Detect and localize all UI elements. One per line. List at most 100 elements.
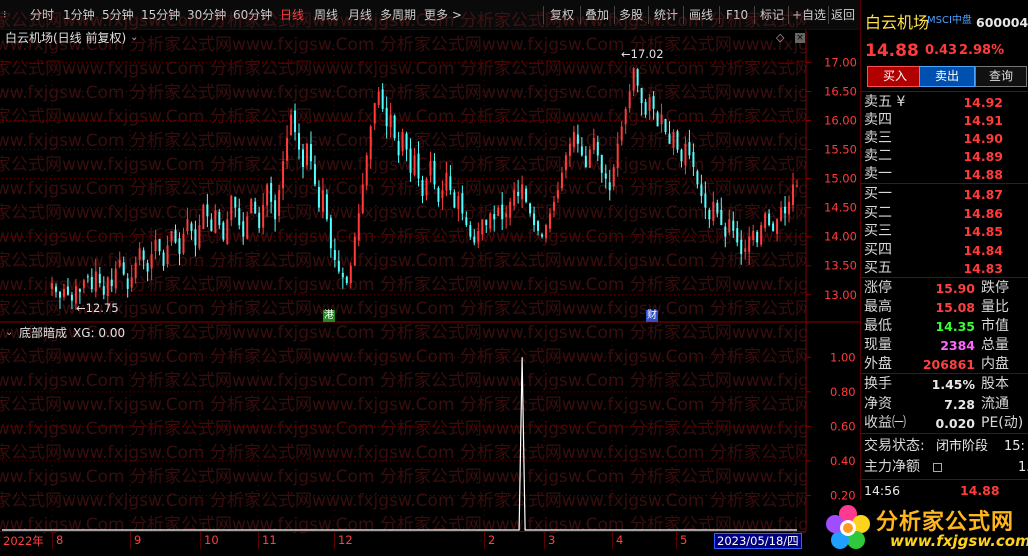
candle-body — [437, 188, 440, 202]
query-button[interactable]: 查询 — [975, 66, 1027, 87]
chart-options-chevron-icon[interactable]: ⌄ — [130, 29, 138, 47]
buy-level-label: 买一 — [864, 186, 892, 202]
candle-body — [588, 149, 591, 168]
buy-level-label: 买四 — [864, 241, 892, 258]
candle-body — [94, 271, 97, 292]
sell-level: 卖五 ¥ 14.92 — [861, 93, 1028, 112]
stat-row-label: 收益㈠ — [864, 415, 906, 431]
buy-button[interactable]: 买入 — [867, 66, 923, 87]
stat-row-value: 14.35 — [935, 319, 975, 334]
candle-body — [696, 171, 699, 185]
buy-level-value: 14.85 — [963, 224, 1003, 239]
candle-body — [712, 201, 715, 222]
candle-body — [413, 155, 416, 175]
stat-row-label2: 市值 — [981, 318, 1009, 334]
candle-body — [433, 160, 436, 185]
logo-url: www.fxjgsw.com — [890, 532, 1028, 550]
candle-body — [270, 182, 273, 202]
candle-body — [333, 249, 336, 260]
candle-body — [242, 221, 245, 237]
candle-body — [796, 185, 798, 187]
buy-level-value: 14.84 — [963, 242, 1003, 258]
candle-body — [417, 153, 420, 179]
candle-body — [238, 208, 241, 226]
sell-level-label: 卖五 ¥ — [864, 94, 906, 110]
x-axis: 2022年 8 9 10 11 12 2 3 4 5 2023/05/18/四 — [0, 531, 806, 549]
high-price-marker: ←17.02 — [621, 47, 664, 61]
candle-body — [78, 288, 81, 292]
candle-body — [202, 204, 205, 230]
candle-body — [660, 114, 663, 125]
candle-body — [198, 225, 201, 248]
candle-body — [250, 198, 253, 214]
candle-body — [493, 214, 496, 220]
tick-row: 14:56 14.88 — [861, 481, 1028, 500]
stat-row-label2: 总量 — [981, 337, 1009, 353]
candle-body — [294, 110, 297, 133]
x-label: 9 — [134, 533, 142, 547]
candle-body — [266, 184, 269, 206]
kline-chart-area[interactable]: 13.00 13.50 14.00 14.50 15.00 15.50 16.00 16.50… — [0, 0, 860, 556]
x-label-year: 2022年 — [3, 534, 44, 548]
buy-level: 买五 14.83 — [861, 259, 1028, 278]
x-label: 4 — [616, 533, 624, 547]
stock-name: 白云机场 — [865, 13, 930, 32]
candle-body — [214, 210, 217, 233]
tick-price: 14.88 — [960, 483, 1000, 498]
price-change: 0.43 — [925, 43, 958, 58]
indicator-options-chevron-icon[interactable]: ⌄ — [5, 324, 13, 342]
buy-level-value: 14.83 — [963, 261, 1003, 276]
candle-body — [628, 91, 631, 109]
y-tick-label: 14.00 — [824, 230, 857, 244]
y-tick-label: 13.00 — [824, 288, 857, 302]
candle-body — [182, 233, 185, 254]
stat-row-value: 15.08 — [935, 300, 975, 315]
cursor-date-label: 2023/05/18/四 — [714, 533, 802, 549]
y-tick-label: 13.50 — [824, 259, 857, 273]
candlestick-series[interactable] — [51, 67, 798, 310]
candle-body — [58, 291, 61, 298]
candle-body — [126, 278, 129, 289]
candle-body — [365, 155, 368, 186]
candle-body — [421, 180, 424, 197]
quote-panel: 白云机场 MSCI中盘 600004 14.88 0.43 2.98% 买入 卖… — [860, 0, 1028, 556]
candle-body — [373, 103, 376, 124]
candle-body — [377, 91, 380, 106]
candle-body — [564, 155, 567, 171]
close-icon[interactable]: × — [795, 33, 805, 43]
hk-connect-badge[interactable]: 港 — [323, 310, 335, 322]
candle-body — [672, 132, 675, 148]
buy-level: 买一 14.87 — [861, 185, 1028, 204]
diamond-icon[interactable]: ◇ — [776, 29, 784, 47]
candle-body — [154, 239, 157, 251]
trade-status-tail: 15: — [1004, 439, 1025, 454]
candle-body — [501, 204, 504, 220]
candle-body — [784, 206, 787, 214]
candle-body — [457, 196, 460, 209]
candle-body — [756, 231, 759, 243]
candle-body — [393, 115, 396, 138]
candle-body — [760, 225, 763, 245]
candle-body — [222, 222, 225, 240]
y-tick-label: 1.00 — [830, 350, 856, 364]
sub-chart-header: ⌄ 底部暗成 XG: 0.00 — [0, 324, 806, 342]
candle-body — [409, 148, 412, 173]
candle-body — [98, 273, 101, 284]
candle-body — [429, 161, 432, 176]
stat-row: 最低 14.35 市值 — [861, 317, 1028, 336]
candle-body — [66, 286, 69, 295]
sell-button[interactable]: 卖出 — [919, 66, 975, 87]
sell-level-label: 卖二 — [864, 148, 892, 164]
stat-row-label2: 跌停 — [981, 280, 1009, 296]
financial-report-badge[interactable]: 财 — [646, 310, 658, 322]
flow-expand-icon[interactable] — [933, 463, 942, 472]
candle-body — [150, 254, 153, 269]
y-tick-label: 0.60 — [830, 419, 856, 433]
stat-row-value: 15.90 — [935, 281, 975, 296]
candle-body — [636, 69, 639, 86]
sell-level: 卖三 14.90 — [861, 129, 1028, 148]
stat-row-value: 1.45% — [931, 377, 975, 392]
stat-row: 涨停 15.90 跌停 — [861, 279, 1028, 298]
candle-body — [748, 236, 751, 253]
candle-body — [194, 229, 197, 246]
